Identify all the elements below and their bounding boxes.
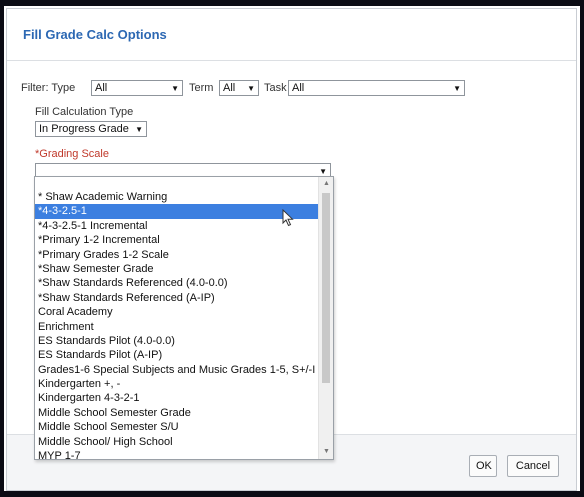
scroll-down-icon[interactable]: ▼ [319,445,333,459]
chevron-down-icon: ▼ [453,84,461,93]
task-select-value: All [292,82,305,94]
dropdown-option[interactable]: *Shaw Semester Grade [35,262,319,276]
grading-scale-label: *Grading Scale [35,148,109,160]
scroll-up-icon[interactable]: ▲ [319,177,333,191]
dropdown-option[interactable]: *4-3-2.5-1 [35,204,319,219]
dropdown-option[interactable]: Coral Academy [35,305,319,319]
dropdown-option[interactable]: Kindergarten +, - [35,377,319,391]
cancel-button[interactable]: Cancel [507,455,559,477]
chevron-down-icon: ▼ [171,84,179,93]
mouse-cursor-icon [282,209,294,227]
dropdown-option[interactable]: * Shaw Academic Warning [35,190,319,204]
type-select-value: All [95,82,108,94]
dropdown-option[interactable]: Middle School Semester Grade [35,406,319,420]
task-label: Task [264,82,287,94]
dropdown-option[interactable]: Kindergarten 4-3-2-1 [35,391,319,405]
dropdown-options: * Shaw Academic Warning *4-3-2.5-1 *4-3-2.… [35,190,319,459]
window-frame-bottom [0,491,584,497]
chevron-down-icon: ▼ [135,125,143,134]
dropdown-option[interactable]: *Shaw Standards Referenced (4.0-0.0) [35,276,319,290]
dropdown-option[interactable]: ES Standards Pilot (A-IP) [35,348,319,362]
window-frame-top [0,0,584,6]
dropdown-scrollbar[interactable]: ▲ ▼ [318,177,333,459]
fill-calc-type-label: Fill Calculation Type [35,106,134,118]
chevron-down-icon: ▼ [247,84,255,93]
ok-button[interactable]: OK [469,455,497,477]
term-select-value: All [223,82,236,94]
dropdown-option[interactable]: ES Standards Pilot (4.0-0.0) [35,334,319,348]
dropdown-option[interactable]: Middle School Semester S/U [35,420,319,434]
type-select[interactable]: All ▼ [91,80,183,96]
dropdown-option[interactable]: *4-3-2.5-1 Incremental [35,219,319,233]
scroll-thumb[interactable] [322,193,330,383]
filter-type-label: Filter: Type [21,82,76,94]
term-label: Term [189,82,214,94]
dialog-title-bar: Fill Grade Calc Options [7,9,576,61]
dropdown-option[interactable]: *Primary 1-2 Incremental [35,233,319,247]
term-select[interactable]: All ▼ [219,80,259,96]
window-frame-right [580,0,584,497]
dropdown-option[interactable]: Middle School/ High School [35,435,319,449]
dialog-title: Fill Grade Calc Options [23,27,167,42]
fill-calc-type-value: In Progress Grade [39,123,129,135]
dropdown-option[interactable]: *Shaw Standards Referenced (A-IP) [35,291,319,305]
window-frame-left [0,0,4,497]
task-select[interactable]: All ▼ [288,80,465,96]
fill-calc-type-select[interactable]: In Progress Grade ▼ [35,121,147,137]
dropdown-option[interactable]: *Primary Grades 1-2 Scale [35,248,319,262]
dropdown-option[interactable]: Enrichment [35,320,319,334]
dropdown-option[interactable]: MYP 1-7 [35,449,319,459]
dropdown-option[interactable]: Grades1-6 Special Subjects and Music Gra… [35,363,319,377]
